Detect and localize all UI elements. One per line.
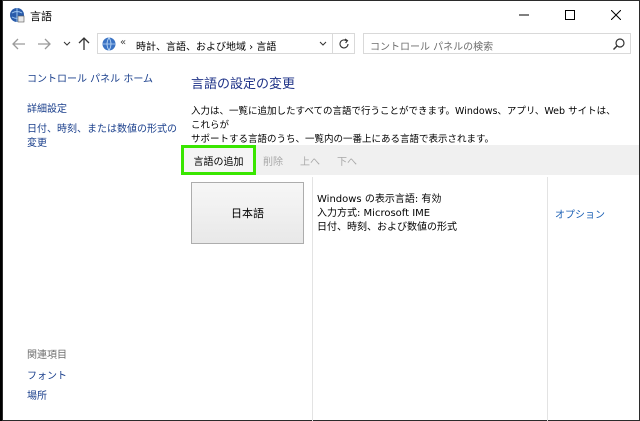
input-method: 入力方式: Microsoft IME bbox=[317, 208, 431, 219]
minimize-icon bbox=[519, 14, 529, 16]
language-tile-japanese[interactable]: 日本語 bbox=[191, 182, 304, 244]
address-bar[interactable]: « 時計、言語、および地域 › 言語 bbox=[97, 33, 333, 54]
language-toolbar: 言語の追加 削除 上へ 下へ bbox=[181, 145, 639, 175]
move-down-button[interactable]: 下へ bbox=[337, 153, 357, 168]
close-icon bbox=[611, 10, 621, 20]
related-header: 関連項目 bbox=[27, 350, 67, 361]
format-info: 日付、時刻、および数値の形式 bbox=[317, 222, 457, 233]
up-button[interactable] bbox=[76, 36, 92, 52]
location-link[interactable]: 場所 bbox=[27, 390, 47, 404]
chevron-down-icon bbox=[319, 41, 327, 46]
control-panel-icon bbox=[102, 37, 116, 51]
change-date-format-line2: 変更 bbox=[27, 138, 47, 149]
description-line2: サポートする言語のうち、一覧内の一番上にある言語で表示されます。 bbox=[191, 134, 495, 145]
arrow-right-icon bbox=[38, 38, 51, 50]
search-box[interactable]: コントロール パネルの検索 bbox=[363, 33, 631, 54]
recent-locations-button[interactable] bbox=[59, 36, 75, 52]
change-date-format-line1: 日付、時刻、または数値の形式の bbox=[27, 124, 177, 135]
refresh-button[interactable] bbox=[333, 33, 355, 54]
breadcrumb[interactable]: 時計、言語、および地域 › 言語 bbox=[136, 38, 276, 53]
title-bar: 言語 bbox=[3, 1, 639, 29]
close-button[interactable] bbox=[593, 1, 639, 29]
minimize-button[interactable] bbox=[501, 1, 547, 29]
left-pane: コントロール パネル ホーム 詳細設定 日付、時刻、または数値の形式の 変更 関… bbox=[3, 59, 181, 419]
display-language-status: Windows の表示言語: 有効 bbox=[317, 194, 442, 205]
maximize-button[interactable] bbox=[547, 1, 593, 29]
description-line1: 入力は、一覧に追加したすべての言語で行うことができます。Windows、アプリ、… bbox=[191, 106, 616, 131]
search-icon[interactable] bbox=[612, 37, 626, 51]
change-date-format-link[interactable]: 日付、時刻、または数値の形式の 変更 bbox=[27, 123, 177, 151]
maximize-icon bbox=[565, 10, 575, 20]
advanced-settings-link[interactable]: 詳細設定 bbox=[27, 103, 67, 117]
arrow-left-icon bbox=[12, 38, 25, 50]
navigation-bar: « 時計、言語、および地域 › 言語 コントロール パネルの検索 bbox=[3, 30, 639, 58]
control-panel-home-link[interactable]: コントロール パネル ホーム bbox=[27, 73, 153, 87]
add-language-button[interactable]: 言語の追加 bbox=[181, 145, 256, 175]
window-title: 言語 bbox=[30, 10, 52, 23]
remove-button[interactable]: 削除 bbox=[263, 153, 283, 168]
chevron-down-icon bbox=[63, 41, 71, 46]
column-divider bbox=[547, 177, 548, 421]
fonts-link[interactable]: フォント bbox=[27, 370, 67, 384]
control-panel-window: 言語 « 時計、言語、および地域 › 言語 コントロール パネルの検索 コントロ… bbox=[2, 0, 640, 421]
arrow-up-icon bbox=[78, 37, 90, 50]
language-details: Windows の表示言語: 有効 入力方式: Microsoft IME 日付… bbox=[317, 193, 457, 235]
address-dropdown-button[interactable] bbox=[316, 38, 330, 50]
move-up-button[interactable]: 上へ bbox=[300, 153, 320, 168]
search-placeholder: コントロール パネルの検索 bbox=[370, 42, 494, 53]
language-app-icon bbox=[10, 8, 25, 23]
breadcrumb-overflow[interactable]: « bbox=[120, 37, 126, 48]
language-options-link[interactable]: オプション bbox=[555, 206, 605, 221]
page-title: 言語の設定の変更 bbox=[191, 77, 296, 92]
column-divider bbox=[312, 177, 313, 421]
forward-button[interactable] bbox=[36, 36, 52, 52]
refresh-icon bbox=[339, 38, 349, 48]
page-description: 入力は、一覧に追加したすべての言語で行うことができます。Windows、アプリ、… bbox=[191, 105, 625, 147]
back-button[interactable] bbox=[11, 36, 27, 52]
